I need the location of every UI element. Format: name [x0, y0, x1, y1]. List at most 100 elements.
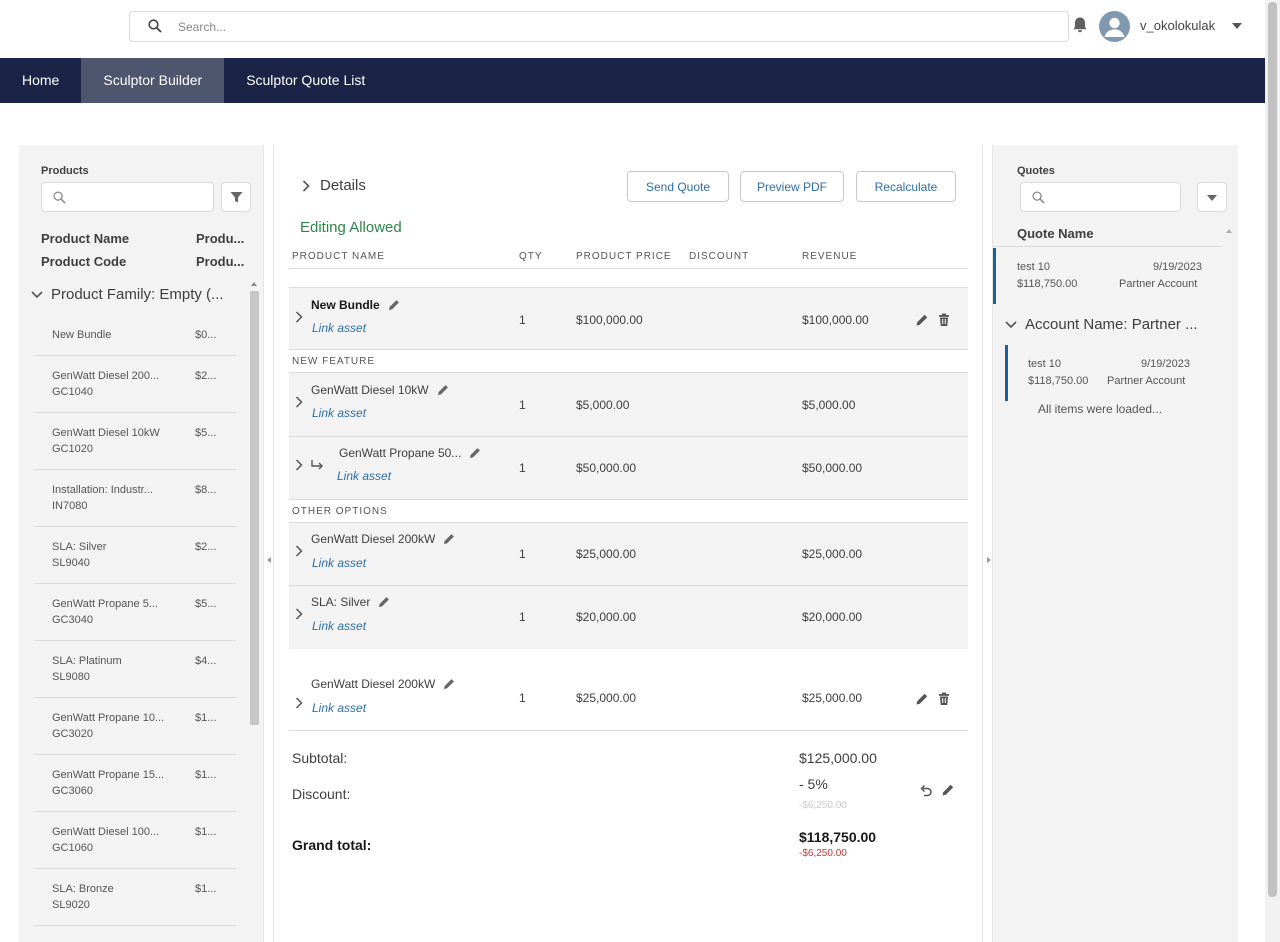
undo-icon[interactable] — [919, 784, 933, 798]
product-price: $0... — [195, 329, 217, 341]
product-list-item[interactable]: SLA: Silver $2... SL9040 — [34, 527, 236, 584]
delete-trash-icon[interactable] — [937, 692, 951, 706]
column-header-product-code-2[interactable]: Produ... — [196, 254, 244, 269]
product-list-item[interactable]: New Bundle $0... — [34, 313, 236, 356]
chevron-right-icon[interactable] — [295, 545, 303, 557]
account-name-group[interactable]: Account Name: Partner ... — [1005, 316, 1198, 333]
scroll-up-icon[interactable] — [1226, 229, 1232, 233]
line-qty: 1 — [519, 313, 526, 327]
subtotal-label: Subtotal: — [292, 750, 348, 766]
collapse-quotes-handle[interactable] — [982, 145, 993, 942]
grand-total-difference: -$6,250.00 — [799, 848, 847, 859]
product-list-item[interactable]: GenWatt Propane 10... $1... GC3020 — [34, 698, 236, 755]
global-search[interactable] — [129, 11, 1069, 42]
edit-pencil-icon[interactable] — [378, 596, 390, 608]
chevron-right-icon[interactable] — [295, 311, 303, 323]
product-list-item[interactable]: Installation: Industr... $8... IN7080 — [34, 470, 236, 527]
edit-pencil-icon[interactable] — [915, 313, 929, 327]
user-name[interactable]: v_okolokulak — [1140, 18, 1215, 33]
line-product-name: GenWatt Diesel 200kW — [311, 532, 455, 546]
line-price: $50,000.00 — [576, 461, 637, 475]
product-list-item[interactable]: SLA: Bronze $1... SL9020 — [34, 869, 236, 926]
quotes-dropdown-button[interactable] — [1197, 182, 1227, 212]
product-list-item[interactable]: SLA: Platinum $4... SL9080 — [34, 641, 236, 698]
chevron-right-icon[interactable] — [295, 608, 303, 620]
line-qty: 1 — [519, 547, 526, 561]
delete-trash-icon[interactable] — [937, 313, 951, 327]
link-asset[interactable]: Link asset — [337, 469, 391, 483]
scroll-up-icon[interactable] — [251, 282, 257, 286]
edit-pencil-icon[interactable] — [443, 533, 455, 545]
preview-pdf-button[interactable]: Preview PDF — [740, 171, 844, 202]
page-scrollbar-thumb[interactable] — [1268, 2, 1277, 897]
product-code: GC1020 — [52, 443, 93, 455]
products-filter-button[interactable] — [221, 182, 251, 212]
user-menu-caret-icon[interactable] — [1232, 23, 1242, 29]
edit-pencil-icon[interactable] — [388, 299, 400, 311]
details-toggle[interactable]: Details — [302, 177, 366, 194]
nav-tab-sculptor-quote-list[interactable]: Sculptor Quote List — [224, 58, 387, 103]
line-price: $20,000.00 — [576, 610, 637, 624]
products-scrollbar-thumb[interactable] — [250, 291, 259, 725]
product-code: SL9040 — [52, 557, 90, 569]
products-panel-title: Products — [41, 165, 89, 177]
product-family-group[interactable]: Product Family: Empty (... — [31, 286, 224, 303]
product-code: SL9020 — [52, 899, 90, 911]
quotes-header-divider — [993, 246, 1222, 247]
send-quote-button[interactable]: Send Quote — [627, 171, 729, 202]
line-product-name: New Bundle — [311, 298, 400, 312]
grand-total-label: Grand total: — [292, 837, 372, 853]
quotes-panel: Quotes Quote Name test 10 9/19/2023 $118… — [993, 145, 1238, 942]
quote-line: GenWatt Diesel 10kW Link asset 1 $5,000.… — [289, 373, 968, 437]
global-search-input[interactable] — [178, 19, 1038, 35]
product-list-item[interactable]: GenWatt Propane 15... $1... GC3060 — [34, 755, 236, 812]
column-header-product-price[interactable]: Produ... — [196, 231, 244, 246]
product-list-item[interactable]: GenWatt Diesel 10kW $5... GC1020 — [34, 413, 236, 470]
nav-tab-sculptor-builder[interactable]: Sculptor Builder — [81, 58, 225, 103]
link-asset[interactable]: Link asset — [312, 556, 366, 570]
product-code: GC3020 — [52, 728, 93, 740]
edit-pencil-icon[interactable] — [915, 692, 929, 706]
edit-pencil-icon[interactable] — [437, 384, 449, 396]
product-name: SLA: Bronze — [52, 883, 114, 895]
chevron-down-icon — [1005, 320, 1017, 328]
collapse-products-handle[interactable] — [263, 145, 274, 942]
edit-pencil-icon[interactable] — [443, 678, 455, 690]
filter-icon — [230, 192, 243, 203]
chevron-right-icon[interactable] — [295, 459, 303, 471]
chevron-right-icon[interactable] — [295, 396, 303, 408]
product-list-item[interactable]: GenWatt Propane 5... $5... GC3040 — [34, 584, 236, 641]
quote-date: 9/19/2023 — [1153, 261, 1202, 273]
link-asset[interactable]: Link asset — [312, 406, 366, 420]
quote-card[interactable]: test 10 9/19/2023 $118,750.00 Partner Ac… — [993, 248, 1223, 304]
section-other-options: OTHER OPTIONS — [289, 500, 968, 523]
app-nav-bar: Home Sculptor Builder Sculptor Quote Lis… — [0, 58, 1265, 103]
quote-date: 9/19/2023 — [1141, 358, 1190, 370]
product-name: GenWatt Propane 5... — [52, 598, 158, 610]
quote-card[interactable]: test 10 9/19/2023 $118,750.00 Partner Ac… — [1005, 345, 1210, 401]
line-revenue: $50,000.00 — [802, 461, 863, 475]
user-avatar[interactable] — [1099, 11, 1130, 42]
page-scrollbar[interactable] — [1265, 0, 1280, 942]
link-asset[interactable]: Link asset — [312, 321, 366, 335]
edit-pencil-icon[interactable] — [941, 783, 955, 797]
column-header-product-code[interactable]: Product Code — [41, 254, 126, 269]
edit-pencil-icon[interactable] — [469, 447, 481, 459]
products-search-input[interactable] — [41, 182, 214, 212]
column-header-product-name[interactable]: Product Name — [41, 231, 129, 246]
line-product-name-text: GenWatt Diesel 10kW — [311, 383, 429, 397]
product-price: $5... — [195, 598, 217, 610]
notification-bell-icon[interactable] — [1071, 16, 1089, 34]
product-list-item[interactable]: GenWatt Diesel 200... $2... GC1040 — [34, 356, 236, 413]
quote-line-child: GenWatt Propane 50... Link asset 1 $50,0… — [289, 437, 968, 500]
product-list-item[interactable]: GenWatt Diesel 100... $1... GC1060 — [34, 812, 236, 869]
link-asset[interactable]: Link asset — [312, 701, 366, 715]
column-header-quote-name[interactable]: Quote Name — [1017, 226, 1094, 241]
quote-name: test 10 — [1028, 358, 1062, 370]
nav-tab-home[interactable]: Home — [0, 58, 81, 103]
product-price: $8... — [195, 484, 217, 496]
recalculate-button[interactable]: Recalculate — [856, 171, 956, 202]
quotes-search-input[interactable] — [1020, 182, 1181, 212]
link-asset[interactable]: Link asset — [312, 619, 366, 633]
chevron-right-icon[interactable] — [295, 697, 303, 709]
